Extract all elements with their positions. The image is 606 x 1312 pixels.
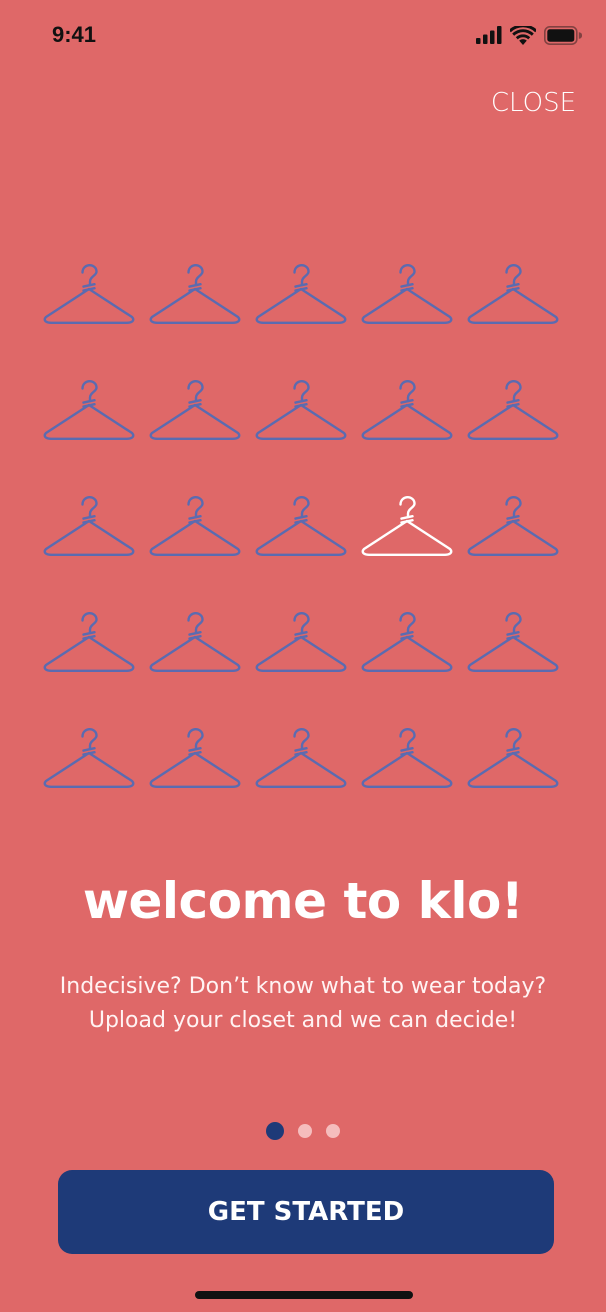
hanger-icon-selected [361,496,453,582]
status-icons [476,23,583,50]
hanger-icon [43,264,135,350]
hanger-icon [467,380,559,466]
hanger-icon [361,264,453,350]
hanger-icon [43,496,135,582]
hanger-icon [255,496,347,582]
status-time: 9:41 [52,22,97,47]
hanger-icon [149,728,241,814]
home-indicator [195,1291,413,1299]
hanger-icon [149,380,241,466]
hanger-icon [361,380,453,466]
status-bar: 9:41 [0,0,606,80]
hanger-icon [467,728,559,814]
hanger-icon [467,264,559,350]
hanger-icon [149,496,241,582]
hanger-icon [149,264,241,350]
hanger-icon [467,496,559,582]
page-dot[interactable] [298,1124,312,1138]
page-dot-active[interactable] [266,1122,284,1140]
hanger-icon [467,612,559,698]
hanger-icon [149,612,241,698]
page-indicator [0,1122,606,1140]
subtitle-line-2: Upload your closet and we can decide! [88,1008,518,1033]
hanger-icon [361,728,453,814]
get-started-button[interactable]: GET STARTED [58,1170,554,1254]
hanger-icon [43,612,135,698]
page-dot[interactable] [326,1124,340,1138]
hanger-icon [361,612,453,698]
cellular-signal-icon [476,26,502,48]
hanger-icon [255,264,347,350]
hanger-icon [43,728,135,814]
battery-icon [544,25,583,49]
wifi-icon [508,23,538,49]
hanger-icon [43,380,135,466]
close-button[interactable]: CLOSE [491,86,576,120]
subtitle-line-1: Indecisive? Don’t know what to wear toda… [59,974,547,999]
hanger-icon [255,612,347,698]
hanger-icon [255,728,347,814]
hanger-icon [255,380,347,466]
welcome-title: welcome to klo! [82,872,524,930]
hanger-grid [43,264,563,804]
welcome-subtitle: Indecisive? Don’t know what to wear toda… [0,970,606,1038]
